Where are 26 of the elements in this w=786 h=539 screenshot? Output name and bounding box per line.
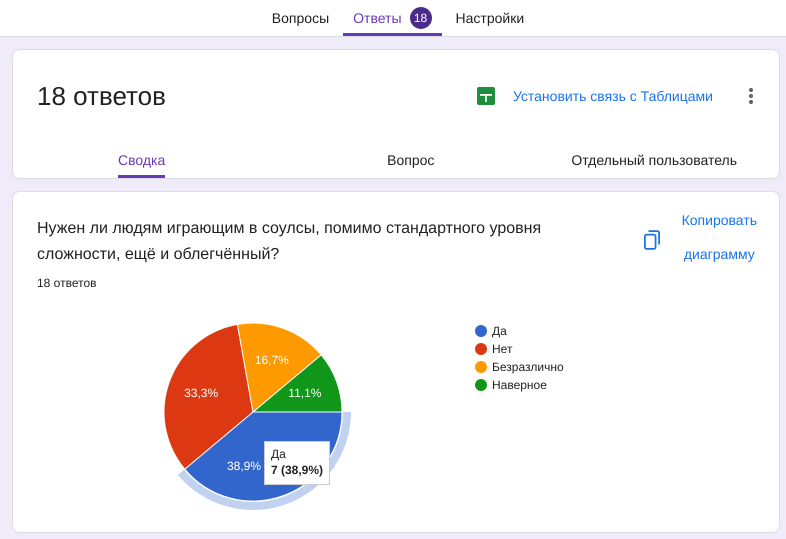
slice-label: 38,9% bbox=[226, 458, 261, 473]
more-icon[interactable] bbox=[749, 88, 753, 104]
link-sheets-link[interactable]: Установить связь с Таблицами bbox=[512, 88, 713, 104]
view-tab[interactable]: Отдельный пользователь bbox=[571, 136, 737, 178]
pie-slice[interactable] bbox=[236, 322, 322, 412]
copy-chart-button[interactable]: Копировать диаграмму bbox=[682, 212, 757, 262]
legend-label: Да bbox=[492, 324, 507, 338]
sheets-icon[interactable] bbox=[476, 87, 495, 105]
top-tab[interactable]: Вопросы bbox=[262, 0, 340, 36]
view-tab[interactable]: Вопрос bbox=[250, 136, 572, 178]
view-tab[interactable]: Сводка bbox=[118, 136, 166, 178]
response-count: 18 ответов bbox=[37, 276, 98, 290]
slice-label: 33,3% bbox=[184, 386, 218, 400]
slice-label: 16,7% bbox=[254, 353, 289, 368]
legend-label: Наверное bbox=[492, 378, 547, 392]
top-tab[interactable]: Настройки bbox=[446, 0, 534, 36]
top-tab[interactable]: Ответы 18 bbox=[343, 0, 442, 36]
chart-tooltip: Да 7 (38,9%) bbox=[264, 441, 330, 485]
copy-icon[interactable] bbox=[644, 230, 660, 250]
slice-label: 11,1% bbox=[288, 386, 322, 400]
pie-slice[interactable] bbox=[252, 354, 342, 412]
legend-label: Безразлично bbox=[492, 360, 564, 374]
count-badge: 18 bbox=[410, 7, 432, 29]
question-text: Нужен ли людям играющим в соулсы, помимо стандартного уровня сложности, ещё и облегчённый? bbox=[37, 219, 542, 265]
responses-title: 18 ответов bbox=[37, 80, 166, 112]
legend-label: Нет bbox=[492, 342, 512, 356]
